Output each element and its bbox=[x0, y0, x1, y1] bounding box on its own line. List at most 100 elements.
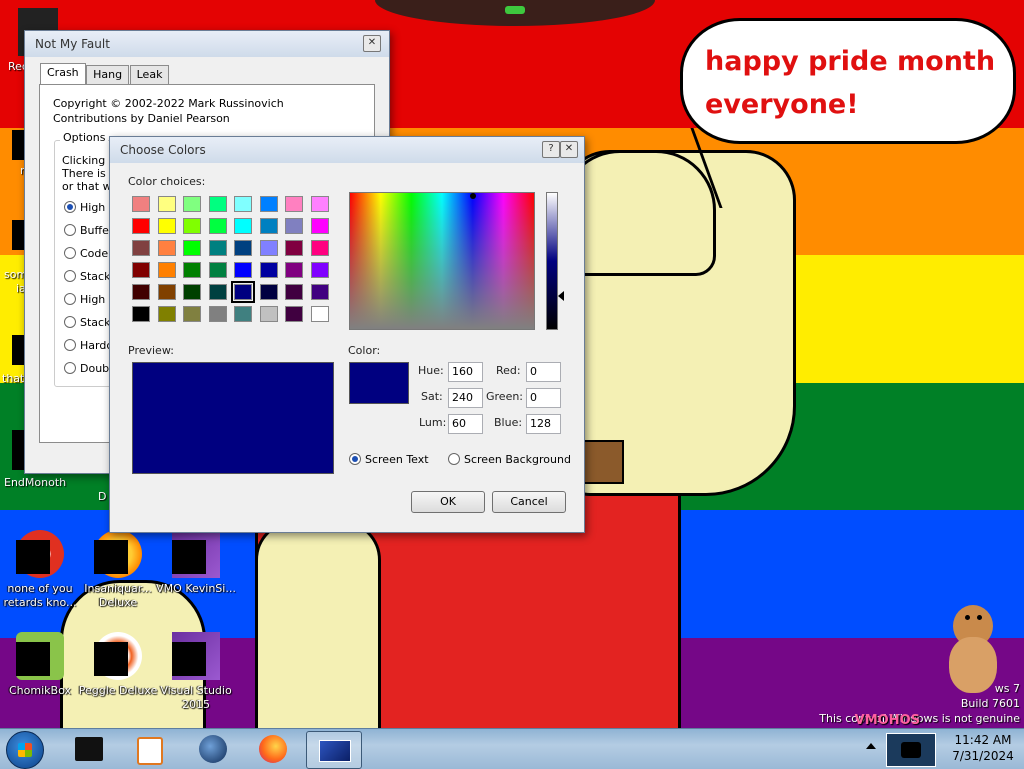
desktop-icon-label: ChomikBox bbox=[9, 684, 71, 697]
close-button[interactable]: ✕ bbox=[363, 35, 381, 52]
color-swatch[interactable] bbox=[310, 262, 329, 278]
show-hidden-icons[interactable] bbox=[866, 743, 876, 749]
color-swatch[interactable] bbox=[259, 306, 278, 322]
color-swatch[interactable] bbox=[132, 218, 150, 234]
color-swatch[interactable] bbox=[234, 306, 252, 322]
color-swatch[interactable] bbox=[234, 196, 252, 212]
option-label: High I bbox=[80, 201, 113, 214]
lum-input[interactable]: 60 bbox=[448, 414, 483, 434]
color-swatch[interactable] bbox=[132, 196, 150, 212]
hue-input[interactable]: 160 bbox=[448, 362, 483, 382]
color-swatch[interactable] bbox=[208, 218, 227, 234]
tab-leak[interactable]: Leak bbox=[129, 65, 170, 84]
color-swatch[interactable] bbox=[208, 306, 227, 322]
taskbar-app-black[interactable] bbox=[62, 731, 116, 767]
color-swatch[interactable] bbox=[234, 218, 252, 234]
color-swatch[interactable] bbox=[259, 240, 278, 256]
desktop-icon-insaniquarium[interactable]: Insaniquar... Deluxe bbox=[78, 530, 158, 610]
desktop-icon-visual-studio-2015[interactable]: Visual Studio 2015 bbox=[156, 632, 236, 712]
color-swatch[interactable] bbox=[285, 306, 303, 322]
radio-dot bbox=[64, 316, 76, 328]
sat-input[interactable]: 240 bbox=[448, 388, 483, 408]
color-swatch[interactable] bbox=[183, 196, 201, 212]
color-swatch[interactable] bbox=[259, 284, 278, 300]
color-swatch[interactable] bbox=[259, 196, 278, 212]
system-clock[interactable]: 11:42 AM 7/31/2024 bbox=[948, 732, 1018, 764]
color-swatch[interactable] bbox=[285, 240, 303, 256]
color-swatch[interactable] bbox=[183, 306, 201, 322]
desktop-icon-vmo-kevinsi[interactable]: VMO KevinSi... bbox=[156, 530, 236, 596]
color-swatch[interactable] bbox=[310, 240, 329, 256]
color-swatch[interactable] bbox=[157, 218, 176, 234]
color-swatch[interactable] bbox=[231, 281, 255, 303]
color-swatch[interactable] bbox=[310, 284, 329, 300]
taskbar-app-media[interactable] bbox=[122, 731, 176, 767]
blue-input[interactable]: 128 bbox=[526, 414, 561, 434]
color-swatch[interactable] bbox=[234, 240, 252, 256]
color-swatch[interactable] bbox=[157, 284, 176, 300]
luminance-slider[interactable] bbox=[546, 192, 558, 330]
color-swatch[interactable] bbox=[132, 262, 150, 278]
close-button[interactable]: ✕ bbox=[560, 141, 578, 158]
tab-hang[interactable]: Hang bbox=[86, 65, 130, 84]
start-button[interactable] bbox=[6, 731, 44, 769]
screen-background-label: Screen Background bbox=[464, 453, 571, 466]
color-swatch[interactable] bbox=[259, 262, 278, 278]
screen-background-radio[interactable]: Screen Background bbox=[448, 453, 571, 466]
ok-button[interactable]: OK bbox=[411, 491, 485, 513]
desktop-icon-chomikbox[interactable]: ChomikBox bbox=[0, 632, 80, 698]
color-swatch[interactable] bbox=[310, 196, 329, 212]
option-radio[interactable]: Stack bbox=[64, 270, 110, 283]
color-swatch[interactable] bbox=[183, 218, 201, 234]
color-swatch[interactable] bbox=[285, 196, 303, 212]
color-swatch[interactable] bbox=[183, 284, 201, 300]
black-box-icon bbox=[75, 737, 103, 761]
red-input[interactable]: 0 bbox=[526, 362, 561, 382]
screen-text-radio[interactable]: Screen Text bbox=[349, 453, 429, 466]
color-swatch[interactable] bbox=[132, 240, 150, 256]
color-swatch[interactable] bbox=[208, 196, 227, 212]
option-radio[interactable]: Stack bbox=[64, 316, 110, 329]
color-swatch[interactable] bbox=[157, 196, 176, 212]
color-swatch[interactable] bbox=[132, 306, 150, 322]
color-swatch[interactable] bbox=[183, 240, 201, 256]
color-swatch[interactable] bbox=[157, 306, 176, 322]
taskbar-app-color-window[interactable] bbox=[306, 731, 362, 769]
option-radio[interactable]: Buffer bbox=[64, 224, 113, 237]
color-spectrum[interactable] bbox=[349, 192, 535, 330]
color-swatch[interactable] bbox=[157, 240, 176, 256]
choose-colors-titlebar[interactable]: Choose Colors ? ✕ bbox=[110, 137, 584, 163]
color-swatch[interactable] bbox=[310, 306, 329, 322]
desktop-icon-peggle-deluxe[interactable]: Peggle Deluxe bbox=[78, 632, 158, 698]
color-swatch[interactable] bbox=[285, 218, 303, 234]
color-swatch[interactable] bbox=[157, 262, 176, 278]
color-swatch[interactable] bbox=[259, 218, 278, 234]
color-swatch[interactable] bbox=[208, 284, 227, 300]
color-swatch[interactable] bbox=[310, 218, 329, 234]
option-radio[interactable]: High I bbox=[64, 293, 112, 306]
wallpaper-figure-mouth bbox=[583, 440, 624, 484]
not-my-fault-titlebar[interactable]: Not My Fault ✕ bbox=[25, 31, 389, 57]
option-radio[interactable]: High I bbox=[64, 201, 112, 214]
copyright-text: Copyright © 2002-2022 Mark Russinovich bbox=[53, 97, 284, 110]
color-swatch[interactable] bbox=[285, 262, 303, 278]
taskbar-app-globe[interactable] bbox=[186, 731, 240, 767]
choose-colors-dialog[interactable]: Choose Colors ? ✕ Color choices: Preview… bbox=[109, 136, 585, 533]
clock-time: 11:42 AM bbox=[954, 733, 1012, 747]
help-button[interactable]: ? bbox=[542, 141, 560, 158]
color-swatch[interactable] bbox=[208, 262, 227, 278]
color-swatch[interactable] bbox=[285, 284, 303, 300]
color-swatch[interactable] bbox=[208, 240, 227, 256]
cancel-button[interactable]: Cancel bbox=[492, 491, 566, 513]
speech-line-1: happy pride month bbox=[705, 46, 996, 77]
color-swatch[interactable] bbox=[132, 284, 150, 300]
taskbar-app-firefox[interactable] bbox=[246, 731, 300, 767]
desktop-icon-none-of-you[interactable]: none of you retards kno... bbox=[0, 530, 80, 610]
tray-camera-icon[interactable] bbox=[886, 733, 936, 767]
color-swatch[interactable] bbox=[183, 262, 201, 278]
slider-arrow-icon[interactable] bbox=[558, 291, 564, 301]
option-radio[interactable]: Code bbox=[64, 247, 108, 260]
green-input[interactable]: 0 bbox=[526, 388, 561, 408]
tab-crash[interactable]: Crash bbox=[40, 63, 86, 84]
color-swatch[interactable] bbox=[234, 262, 252, 278]
